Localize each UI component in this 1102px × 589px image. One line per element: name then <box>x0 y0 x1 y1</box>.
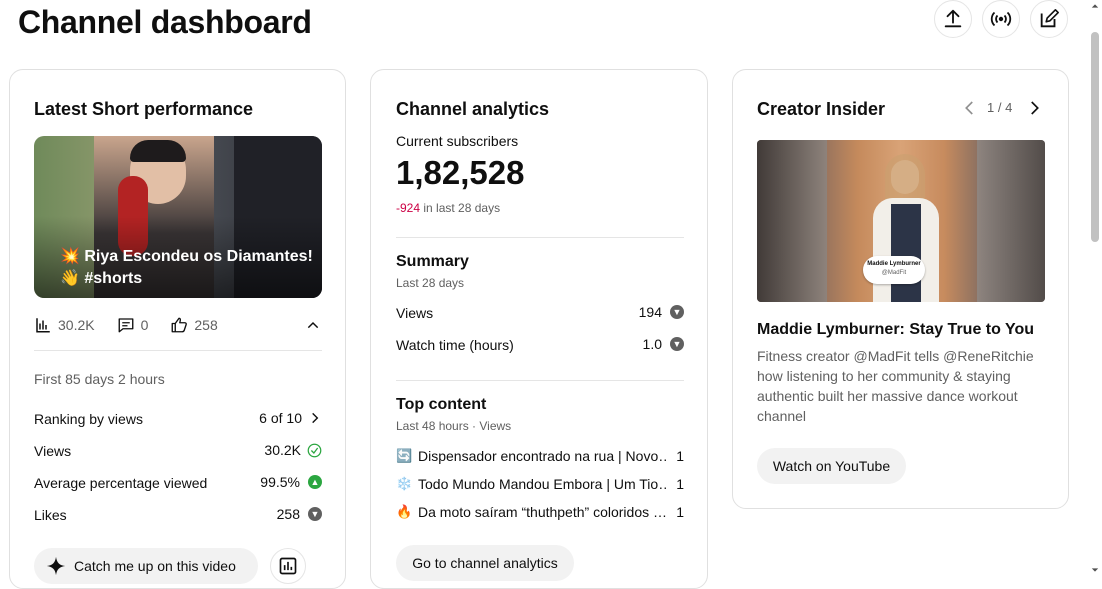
likes-label: Likes <box>34 507 67 523</box>
ranking-row[interactable]: 6 of 10 <box>210 410 322 426</box>
item-emoji: ❄️ <box>396 476 413 491</box>
catch-me-up-label: Catch me up on this video <box>74 558 236 574</box>
thumb-name: Maddie Lymburner <box>867 261 921 267</box>
comments-stat: 0 <box>140 317 149 333</box>
insider-video-title[interactable]: Maddie Lymburner: Stay True to You <box>757 321 1034 339</box>
summary-views-label: Views <box>396 305 434 321</box>
arrow-down-icon: ▼ <box>670 337 684 351</box>
top-content-item[interactable]: 🔄 Dispensador encontrado na rua | Novo… … <box>396 448 684 464</box>
item-emoji: 🔥 <box>396 504 413 519</box>
chevron-left-icon[interactable] <box>961 99 979 117</box>
live-broadcast-icon <box>990 11 1012 27</box>
sparkle-icon <box>46 556 66 576</box>
subscribers-change: -924 <box>396 201 421 215</box>
summary-title: Summary <box>396 253 469 270</box>
subscribers-label: Current subscribers <box>396 133 519 149</box>
arrow-down-icon: ▼ <box>670 305 684 319</box>
scroll-down-icon[interactable] <box>1091 566 1099 574</box>
subscribers-value: 1,82,528 <box>396 154 525 191</box>
views-stat: 30.2K <box>58 317 95 333</box>
like-icon <box>171 317 188 333</box>
watch-time-value: 1.0 <box>642 336 662 352</box>
summary-period: Last 28 days <box>396 276 465 290</box>
page-scrollbar[interactable] <box>1088 0 1102 576</box>
catch-me-up-button[interactable]: Catch me up on this video <box>34 548 258 584</box>
insider-thumbnail[interactable]: Maddie Lymburner @MadFit <box>757 140 1045 302</box>
item-title: Da moto saíram “thuthpeth” coloridos … <box>418 504 667 520</box>
arrow-down-icon: ▼ <box>308 507 322 521</box>
item-views: 1 <box>676 476 684 492</box>
insider-description: Fitness creator @MadFit tells @ReneRitch… <box>757 348 1034 424</box>
top-content-title: Top content <box>396 396 487 413</box>
go-live-button[interactable] <box>982 0 1020 38</box>
watch-time-label: Watch time (hours) <box>396 337 514 353</box>
short-title-line2: 👋 #shorts <box>60 270 143 287</box>
views-value: 30.2K <box>264 442 301 458</box>
likes-value: 258 <box>276 506 300 522</box>
item-title: Dispensador encontrado na rua | Novo… <box>418 448 669 464</box>
ranking-value: 6 of 10 <box>259 410 302 426</box>
upload-icon <box>944 9 962 28</box>
card-title: Creator Insider <box>757 99 886 119</box>
watch-on-youtube-button[interactable]: Watch on YouTube <box>757 448 906 484</box>
short-thumbnail[interactable]: 💥 Riya Escondeu os Diamantes! 👋 #shorts <box>34 136 322 298</box>
chevron-right-icon[interactable] <box>1025 99 1043 117</box>
scrollbar-thumb[interactable] <box>1091 32 1099 242</box>
bar-chart-icon <box>36 318 50 333</box>
item-emoji: 🔄 <box>396 448 413 463</box>
chevron-right-icon <box>312 412 319 424</box>
apv-value: 99.5% <box>260 474 300 490</box>
thumb-handle: @MadFit <box>881 270 907 276</box>
creator-insider-card: Creator Insider 1 / 4 Maddie Lymburner @… <box>732 69 1069 509</box>
page-title: Channel dashboard <box>18 4 312 40</box>
summary-views-value: 194 <box>638 304 662 320</box>
short-title-line1: 💥 Riya Escondeu os Diamantes! <box>60 248 313 265</box>
arrow-up-icon: ▲ <box>308 475 322 489</box>
channel-analytics-card: Channel analytics Current subscribers 1,… <box>370 69 708 589</box>
comment-icon <box>118 318 134 333</box>
views-label: Views <box>34 443 72 459</box>
apv-label: Average percentage viewed <box>34 475 208 491</box>
item-views: 1 <box>676 504 684 520</box>
scroll-up-icon[interactable] <box>1091 2 1099 10</box>
create-post-button[interactable] <box>1030 0 1068 38</box>
top-content-item[interactable]: 🔥 Da moto saíram “thuthpeth” coloridos …… <box>396 504 684 520</box>
upload-button[interactable] <box>934 0 972 38</box>
period-label: First 85 days 2 hours <box>34 371 165 387</box>
top-content-subtitle: Last 48 hours · Views <box>396 419 512 433</box>
item-views: 1 <box>676 448 684 464</box>
divider <box>396 237 684 238</box>
subscribers-change-period: in last 28 days <box>423 201 501 215</box>
card-title: Latest Short performance <box>34 99 254 119</box>
pager-label: 1 / 4 <box>987 100 1013 115</box>
divider <box>34 350 322 351</box>
latest-short-card: Latest Short performance 💥 Riya Escondeu… <box>9 69 346 589</box>
check-circle-icon <box>307 443 322 457</box>
edit-icon <box>1040 9 1059 28</box>
divider <box>396 380 684 381</box>
item-title: Todo Mundo Mandou Embora | Um Tio… <box>418 476 669 492</box>
analytics-button[interactable] <box>270 548 306 584</box>
top-content-item[interactable]: ❄️ Todo Mundo Mandou Embora | Um Tio… 1 <box>396 476 684 492</box>
likes-stat: 258 <box>194 317 218 333</box>
collapse-chevron-icon[interactable] <box>305 317 321 333</box>
ranking-label: Ranking by views <box>34 411 143 427</box>
analytics-icon <box>279 557 297 575</box>
card-title: Channel analytics <box>396 99 550 119</box>
